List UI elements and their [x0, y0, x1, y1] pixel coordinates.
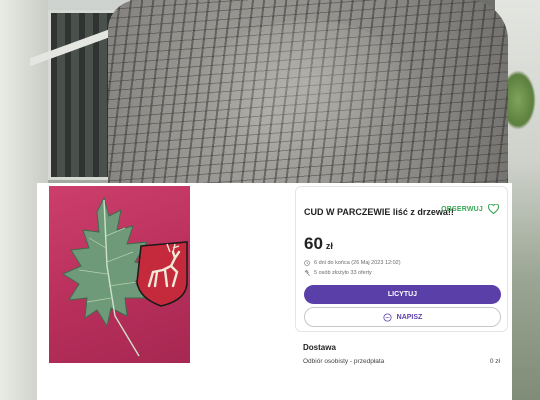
listing-card: CUD W PARCZEWIE liść z drzewa!! OBSERWUJ…	[37, 183, 512, 400]
message-button[interactable]: NAPISZ	[304, 307, 501, 327]
gavel-icon	[304, 270, 310, 276]
watch-button[interactable]: OBSERWUJ	[441, 204, 499, 214]
message-label: NAPISZ	[396, 313, 423, 321]
chat-bubble-icon	[383, 312, 392, 322]
delivery-option: Odbiór osobisty - przedpłata 0 zł	[303, 358, 500, 365]
price-currency: zł	[325, 241, 333, 251]
delivery-option-cost: 0 zł	[489, 358, 500, 365]
delivery-option-label: Odbiór osobisty - przedpłata	[303, 358, 385, 365]
end-time-info: 6 dni do końca (26 Maj 2023 12:02)	[304, 260, 401, 266]
bid-button[interactable]: LICYTUJ	[304, 285, 501, 304]
offer-panel: CUD W PARCZEWIE liść z drzewa!! OBSERWUJ…	[295, 186, 508, 332]
price: 60 zł	[304, 234, 333, 254]
delivery-heading: Dostawa	[303, 343, 336, 352]
watch-label: OBSERWUJ	[441, 205, 483, 213]
listing-title: CUD W PARCZEWIE liść z drzewa!!	[304, 207, 454, 217]
heart-outline-icon	[488, 204, 499, 214]
listing-photo[interactable]	[49, 186, 190, 363]
bids-info[interactable]: 5 osób złożyło 33 oferty	[304, 270, 372, 276]
price-value: 60	[304, 234, 323, 253]
clock-icon	[304, 260, 310, 266]
end-time-text: 6 dni do końca (26 Maj 2023 12:02)	[314, 260, 401, 266]
bids-text: 5 osób złożyło 33 oferty	[314, 270, 372, 276]
